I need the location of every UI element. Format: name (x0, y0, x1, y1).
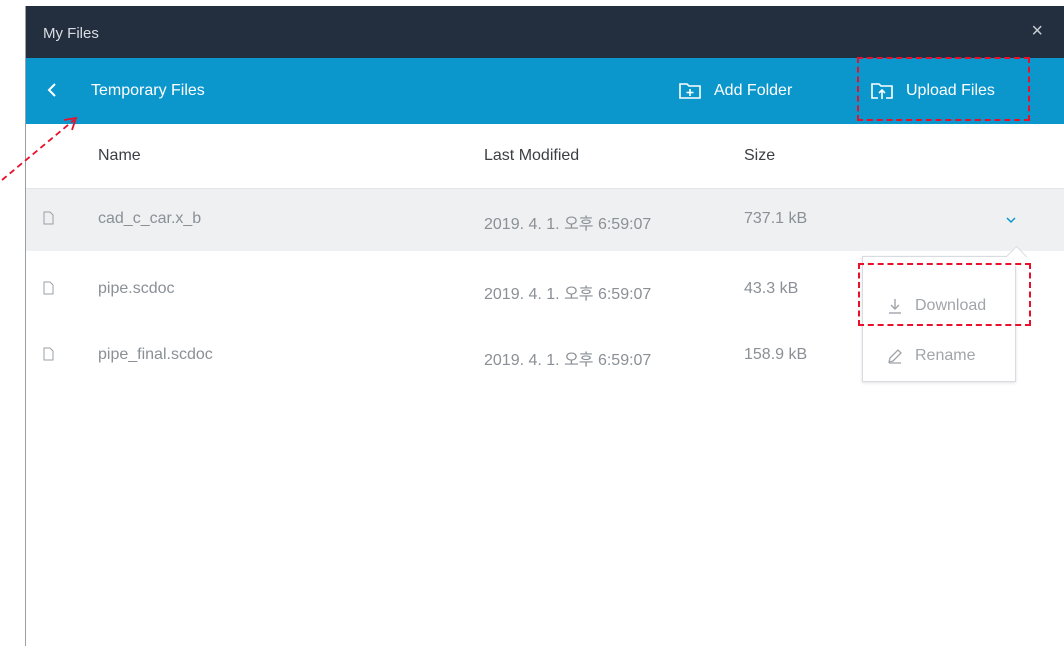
menu-item-download[interactable]: Download (863, 286, 1015, 326)
file-modified: 2019. 4. 1. 오후 6:59:07 (484, 352, 652, 369)
upload-files-label: Upload Files (906, 82, 995, 99)
pencil-icon (885, 348, 905, 364)
file-name: pipe.scdoc (98, 280, 175, 297)
column-header-name[interactable]: Name (98, 147, 141, 165)
window-title: My Files (43, 25, 99, 42)
my-files-dialog: My Files × Temporary Files Add Folder Up… (25, 6, 1064, 646)
add-folder-icon (679, 83, 701, 99)
column-header-last-modified[interactable]: Last Modified (484, 147, 579, 165)
annotation-arrow-icon (1, 116, 78, 181)
file-icon (43, 211, 54, 225)
file-size: 737.1 kB (744, 210, 808, 227)
add-folder-label: Add Folder (714, 82, 793, 99)
file-icon (43, 347, 54, 361)
upload-files-icon (871, 83, 893, 99)
file-modified: 2019. 4. 1. 오후 6:59:07 (484, 286, 652, 303)
navigation-bar: Temporary Files Add Folder Upload Files (26, 58, 1064, 124)
menu-item-rename-label: Rename (915, 347, 976, 364)
file-size: 43.3 kB (744, 280, 799, 297)
close-icon[interactable]: × (1031, 20, 1043, 43)
file-list-header: Name Last Modified Size (26, 124, 1064, 189)
chevron-left-icon[interactable] (44, 80, 60, 100)
add-folder-button[interactable]: Add Folder (678, 78, 792, 104)
file-name: cad_c_car.x_b (98, 210, 202, 227)
menu-item-download-label: Download (915, 297, 987, 314)
file-modified: 2019. 4. 1. 오후 6:59:07 (484, 216, 652, 233)
title-bar: My Files × (26, 6, 1064, 58)
file-context-menu: Download Rename (862, 245, 1028, 382)
upload-files-button[interactable]: Upload Files (870, 78, 995, 104)
breadcrumb[interactable]: Temporary Files (91, 82, 205, 100)
file-icon (43, 281, 54, 295)
file-name: pipe_final.scdoc (98, 346, 213, 363)
chevron-down-icon[interactable] (1006, 216, 1016, 224)
file-row[interactable]: cad_c_car.x_b 2019. 4. 1. 오후 6:59:07 737… (26, 189, 1064, 251)
menu-item-rename[interactable]: Rename (863, 336, 1015, 376)
download-icon (885, 298, 905, 314)
file-size: 158.9 kB (744, 346, 808, 363)
column-header-size[interactable]: Size (744, 147, 775, 165)
